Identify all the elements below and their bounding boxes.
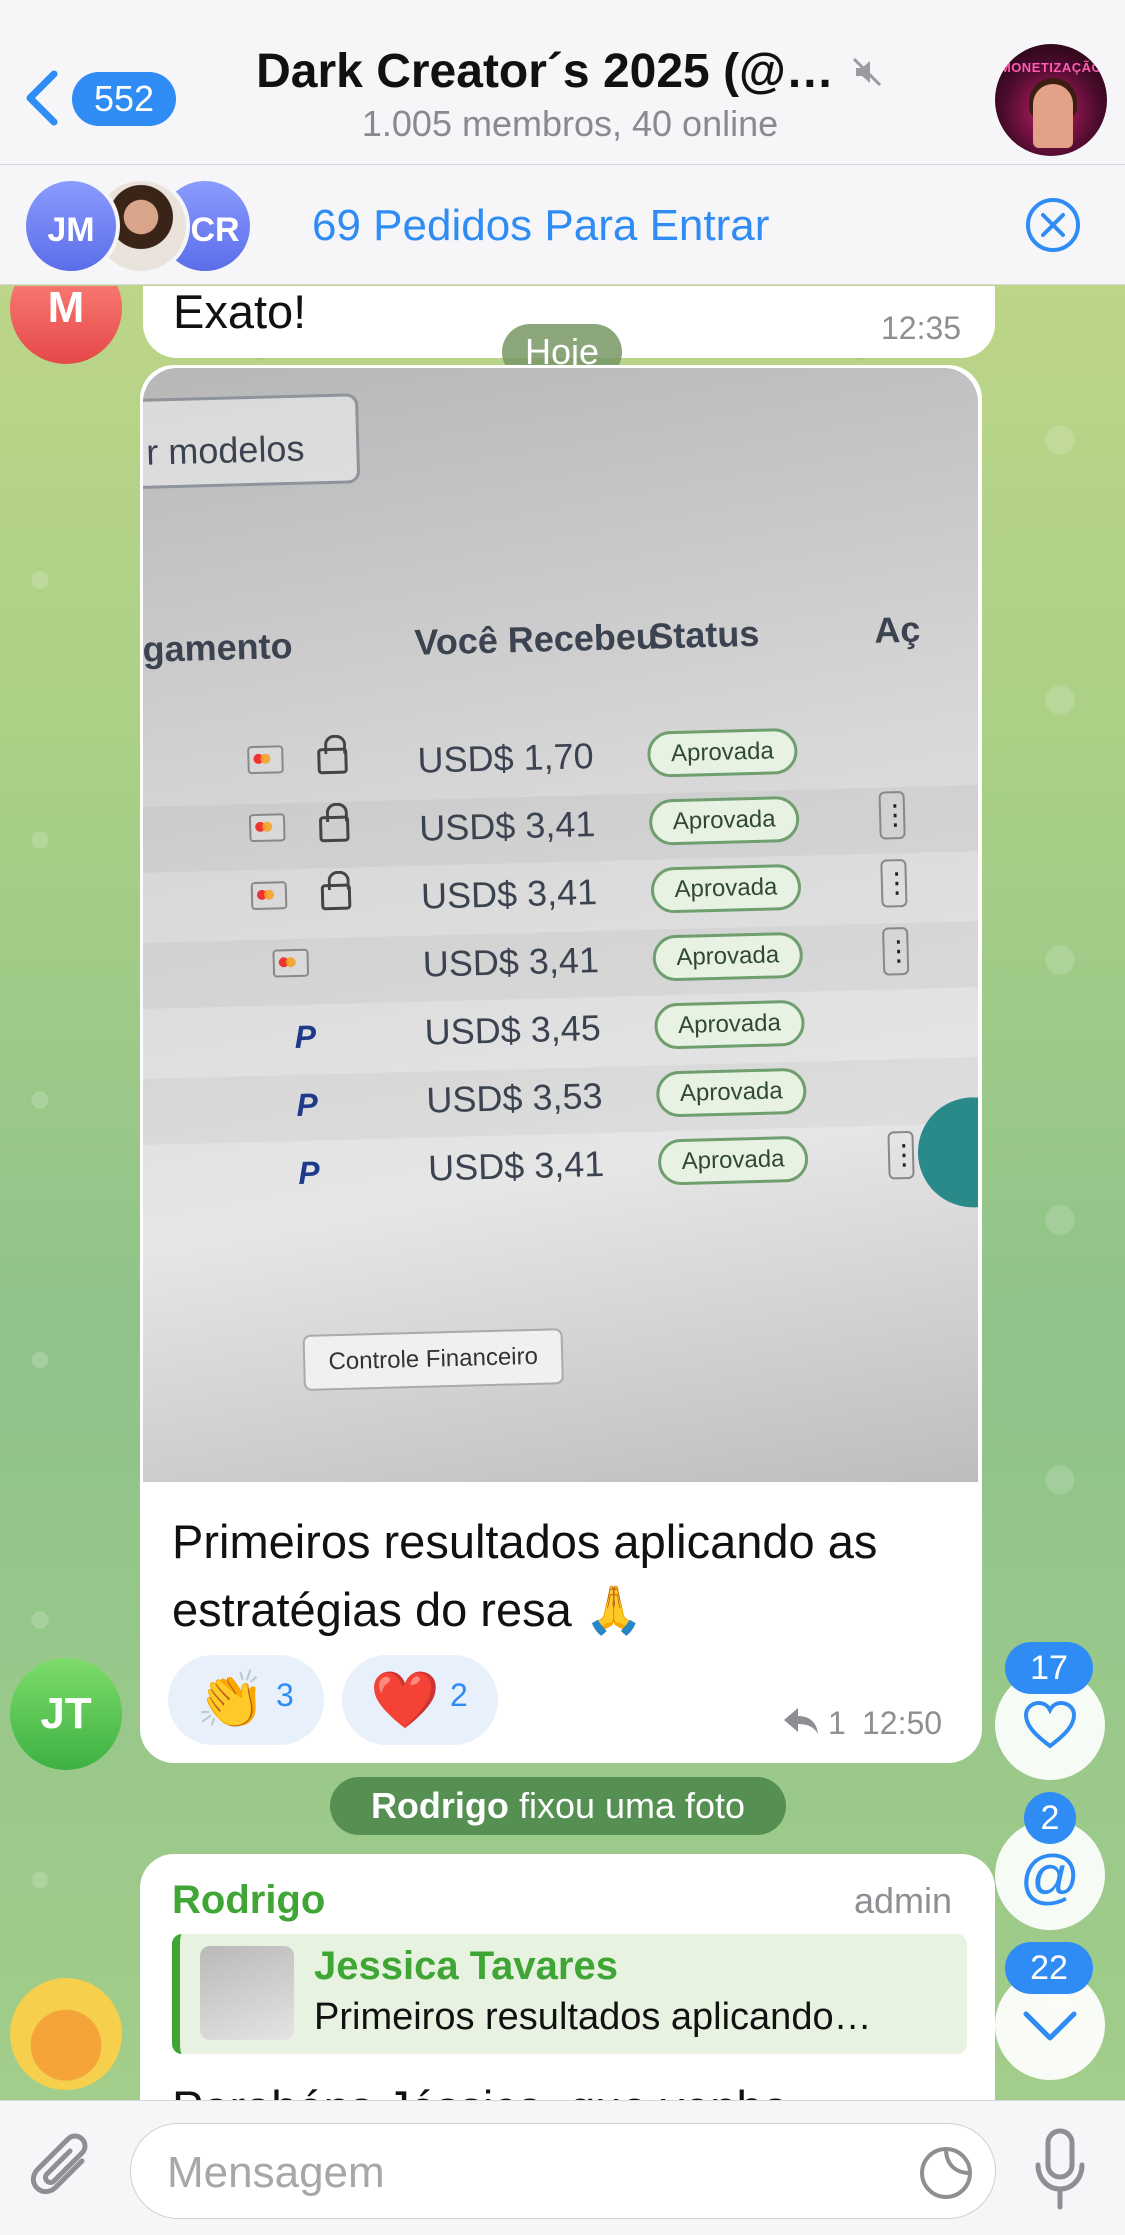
photo-amount: USD$ 1,70 (416, 735, 595, 781)
card-icon (272, 948, 310, 978)
message-text: Parabéns Jéssica, que venha (172, 2080, 789, 2100)
photo-amount: USD$ 3,41 (418, 803, 596, 849)
heart-outline-icon (1023, 1700, 1077, 1749)
chat-header: 552 Dark Creator´s 2025 (@… 1.005 membro… (0, 0, 1125, 165)
quoted-text: Primeiros resultados aplicando… (314, 1996, 872, 2038)
reaction-count: 3 (276, 1677, 294, 1713)
sender-name[interactable]: Rodrigo (172, 1878, 325, 1923)
photo-status: Aprovada (653, 999, 806, 1050)
reply-count: 1 (828, 1705, 846, 1741)
photo-footer-label: Controle Financeiro (302, 1328, 564, 1391)
message-caption: Primeiros resultados aplicando as estrat… (172, 1515, 878, 1636)
message-input[interactable]: Mensagem (130, 2123, 996, 2219)
card-icon (250, 881, 288, 911)
paypal-icon: P (297, 1154, 321, 1191)
message-time: 12:50 (862, 1705, 943, 1741)
chat-title-area[interactable]: Dark Creator´s 2025 (@… 1.005 membros, 4… (230, 44, 910, 145)
sender-avatar[interactable]: M (10, 286, 122, 364)
quoted-name: Jessica Tavares (314, 1944, 618, 1988)
heart-icon: ❤️ (370, 1668, 440, 1731)
reply-arrow-icon (784, 1708, 818, 1734)
photo-status: Aprovada (657, 1135, 809, 1186)
reaction-clap[interactable]: 👏 3 (168, 1655, 324, 1745)
sticker-icon[interactable] (917, 2144, 975, 2202)
message-input-bar: Mensagem (0, 2100, 1125, 2235)
mute-icon (852, 57, 881, 86)
reactions-badge: 17 (1005, 1642, 1093, 1694)
attach-icon[interactable] (30, 2131, 100, 2209)
message-text: Exato! (173, 286, 307, 338)
message-time: 12:35 (881, 310, 962, 346)
row-menu-icon: ⋮ (887, 1130, 918, 1180)
photo-table-header: agamento Você Recebeu Status Aç (143, 556, 978, 710)
requester-avatar: JM (22, 177, 120, 275)
card-icon (247, 745, 284, 775)
chevron-down-icon (1023, 2011, 1077, 2041)
back-chevron-icon[interactable] (20, 68, 64, 128)
photo-status: Aprovada (646, 727, 798, 778)
photo-status: Aprovada (652, 931, 804, 982)
photo-amount: USD$ 3,41 (422, 939, 600, 985)
photo-col-received: Você Recebeu (413, 615, 659, 663)
row-menu-icon: ⋮ (878, 791, 910, 840)
pinned-text: fixou uma foto (518, 1785, 746, 1826)
pinned-notice[interactable]: Rodrigo fixou uma foto (330, 1777, 786, 1835)
unread-badge: 22 (1005, 1942, 1093, 1994)
microphone-icon[interactable] (1030, 2127, 1090, 2213)
quoted-message[interactable]: Jessica Tavares Primeiros resultados apl… (172, 1934, 967, 2054)
join-requests-label[interactable]: 69 Pedidos Para Entrar (312, 201, 769, 251)
chat-subtitle: 1.005 membros, 40 online (361, 103, 779, 144)
paypal-icon: P (296, 1086, 319, 1124)
photo-button-text: r modelos (143, 393, 361, 490)
photo-amount: USD$ 3,41 (420, 871, 598, 917)
paypal-icon: P (294, 1018, 317, 1056)
photo-status: Aprovada (650, 863, 802, 914)
at-icon: @ (1019, 1843, 1081, 1910)
join-requests-bar[interactable]: JM CR 69 Pedidos Para Entrar (0, 165, 1125, 285)
message-placeholder: Mensagem (167, 2148, 385, 2197)
reaction-heart[interactable]: ❤️ 2 (342, 1655, 498, 1745)
mentions-badge: 2 (1024, 1792, 1076, 1844)
message-photo[interactable]: r modelos agamento Você Recebeu Status A… (143, 368, 978, 1482)
chat-title: Dark Creator´s 2025 (@… (256, 45, 834, 98)
group-avatar[interactable]: MONETIZAÇÃO (995, 44, 1107, 156)
photo-amount: USD$ 3,53 (425, 1075, 603, 1121)
sender-avatar[interactable]: JT (10, 1658, 122, 1770)
group-avatar-person (1033, 84, 1073, 148)
lock-icon (320, 883, 352, 911)
message-bubble[interactable]: Rodrigo admin Jessica Tavares Primeiros … (140, 1854, 995, 2100)
sender-role: admin (854, 1880, 953, 1921)
reaction-count: 2 (450, 1677, 468, 1713)
photo-amount: USD$ 3,41 (427, 1142, 605, 1189)
row-menu-icon: ⋮ (882, 926, 913, 976)
quoted-thumbnail (200, 1946, 294, 2040)
lock-icon (318, 815, 350, 843)
sender-avatar-dog[interactable] (10, 1978, 122, 2090)
pinned-by-name: Rodrigo (370, 1785, 509, 1826)
close-icon[interactable] (1024, 196, 1082, 254)
clap-icon: 👏 (196, 1668, 266, 1731)
group-avatar-logo: MONETIZAÇÃO (999, 60, 1103, 75)
photo-content: r modelos agamento Você Recebeu Status A… (143, 393, 978, 1482)
lock-icon (317, 747, 348, 775)
photo-status: Aprovada (655, 1067, 807, 1118)
photo-col-payment: agamento (143, 624, 294, 671)
photo-col-actions: Aç (873, 608, 921, 651)
card-icon (248, 813, 286, 843)
photo-status: Aprovada (648, 795, 800, 846)
photo-col-status: Status (648, 612, 760, 657)
message-clip: Rodrigo admin Jessica Tavares Primeiros … (0, 1850, 1125, 2100)
photo-amount: USD$ 3,45 (424, 1007, 602, 1053)
row-menu-icon: ⋮ (880, 858, 911, 908)
back-unread-badge[interactable]: 552 (72, 72, 176, 126)
